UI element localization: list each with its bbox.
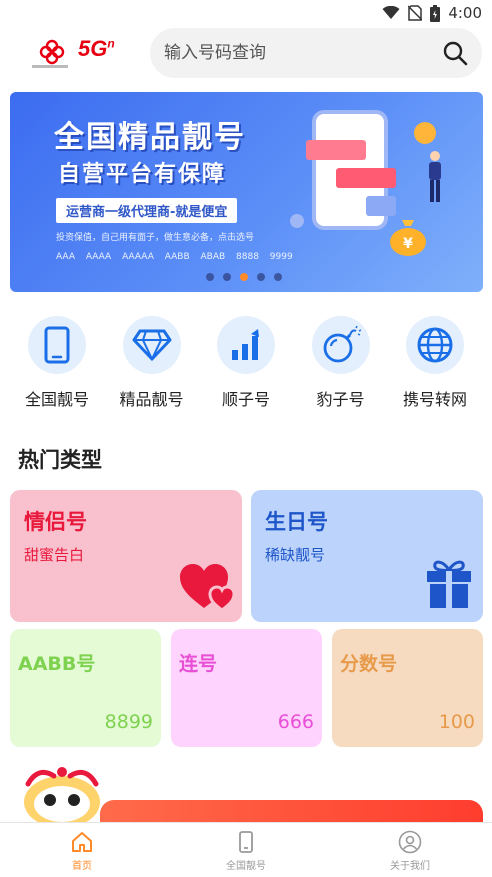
globe-icon (417, 327, 453, 363)
category-sequential[interactable]: 顺子号 (199, 316, 293, 412)
category-label: 精品靓号 (119, 390, 184, 409)
logo-5g-text: 5Gn (78, 36, 115, 61)
banner-pagination (206, 273, 282, 281)
tab-home[interactable]: 首页 (0, 823, 164, 877)
china-unicom-knot-icon (32, 39, 68, 68)
lion-dance-illustration (24, 767, 100, 822)
category-premium[interactable]: 精品靓号 (105, 316, 199, 412)
banner-dot[interactable] (257, 273, 265, 281)
person-illustration (429, 151, 441, 202)
money-bag-icon: ¥ (390, 220, 426, 256)
category-icon-circle (28, 316, 86, 374)
tab-label: 首页 (72, 861, 92, 872)
category-row: 全国靓号 精品靓号 顺子号 豹子号 携号转网 (10, 316, 482, 412)
card-decoration (306, 140, 366, 160)
banner-subtitle: 自营平台有保障 (58, 162, 227, 187)
category-icon-circle (311, 316, 370, 374)
banner-dot[interactable] (223, 273, 231, 281)
phone-icon (239, 831, 253, 853)
card-title: AABB号 (18, 653, 96, 675)
category-label: 携号转网 (402, 390, 467, 409)
card-subtitle: 稀缺靓号 (265, 546, 326, 564)
card-title: 情侣号 (24, 510, 87, 534)
card-birthday-number[interactable]: 生日号 稀缺靓号 (251, 490, 483, 622)
coin-decoration (414, 122, 436, 144)
card-decoration (336, 168, 396, 188)
home-icon (72, 832, 92, 852)
search-icon[interactable] (442, 40, 468, 66)
category-icon-circle (406, 316, 464, 374)
gift-icon (427, 560, 471, 608)
wifi-icon (382, 6, 400, 19)
status-bar: 4:00 (0, 0, 492, 28)
user-icon (398, 830, 422, 854)
bottom-tab-bar: 首页 全国靓号 关于我们 (0, 822, 492, 877)
banner-tag: 运营商一级代理商-就是便宜 (56, 198, 238, 223)
card-lovers-number[interactable]: 情侣号 甜蜜告白 (10, 490, 242, 622)
category-national[interactable]: 全国靓号 (10, 316, 104, 412)
status-time: 4:00 (448, 4, 482, 22)
category-label: 顺子号 (221, 390, 270, 409)
banner-number-patterns: AAA AAAA AAAAA AABB ABAB 8888 9999 (56, 252, 293, 262)
card-title: 连号 (179, 653, 218, 675)
promo-banner-bar (100, 800, 483, 822)
banner-dot[interactable] (206, 273, 214, 281)
category-label: 全国靓号 (24, 390, 89, 409)
category-port-network[interactable]: 携号转网 (388, 316, 482, 412)
card-aabb-number[interactable]: AABB号 8899 (10, 629, 161, 747)
diamond-icon (132, 329, 171, 361)
card-example-value: 666 (277, 711, 314, 733)
banner-title: 全国精品靓号 (54, 120, 246, 155)
battery-icon (430, 4, 441, 22)
card-title: 生日号 (265, 510, 328, 534)
card-score-number[interactable]: 分数号 100 (332, 629, 483, 747)
card-consecutive-number[interactable]: 连号 666 (171, 629, 322, 747)
no-sim-icon (408, 5, 423, 21)
category-icon-circle (122, 316, 181, 374)
category-label: 豹子号 (316, 390, 365, 409)
search-input[interactable] (164, 41, 424, 65)
svg-text:¥: ¥ (403, 236, 413, 252)
coin-decoration (290, 214, 304, 228)
search-box[interactable] (150, 28, 482, 78)
bomb-icon (323, 326, 361, 363)
china-unicom-logo[interactable]: 5Gn (30, 36, 126, 74)
card-example-value: 8899 (104, 711, 153, 733)
banner-dot[interactable] (274, 273, 282, 281)
phone-icon (44, 326, 70, 364)
hot-types-title: 热门类型 (18, 448, 102, 472)
status-icons: 4:00 (382, 4, 482, 22)
tab-label: 全国靓号 (226, 861, 266, 872)
banner-description: 投资保值，自己用有面子，做生意必备，点击选号 (56, 233, 255, 243)
bar-chart-icon (232, 329, 259, 360)
header: 5Gn (0, 28, 492, 84)
tab-national-numbers[interactable]: 全国靓号 (164, 823, 328, 877)
promo-banner[interactable]: 全国精品靓号 自营平台有保障 运营商一级代理商-就是便宜 投资保值，自己用有面子… (10, 92, 483, 292)
category-leopard[interactable]: 豹子号 (294, 316, 388, 412)
category-icon-circle (217, 316, 275, 374)
card-example-value: 100 (438, 711, 475, 733)
tab-label: 关于我们 (390, 861, 430, 872)
lion-dance-promo[interactable] (10, 762, 483, 822)
card-subtitle: 甜蜜告白 (24, 546, 85, 564)
card-title: 分数号 (340, 653, 398, 675)
hearts-icon (180, 564, 236, 612)
tab-about-us[interactable]: 关于我们 (328, 823, 492, 877)
banner-dot-active[interactable] (240, 273, 248, 281)
